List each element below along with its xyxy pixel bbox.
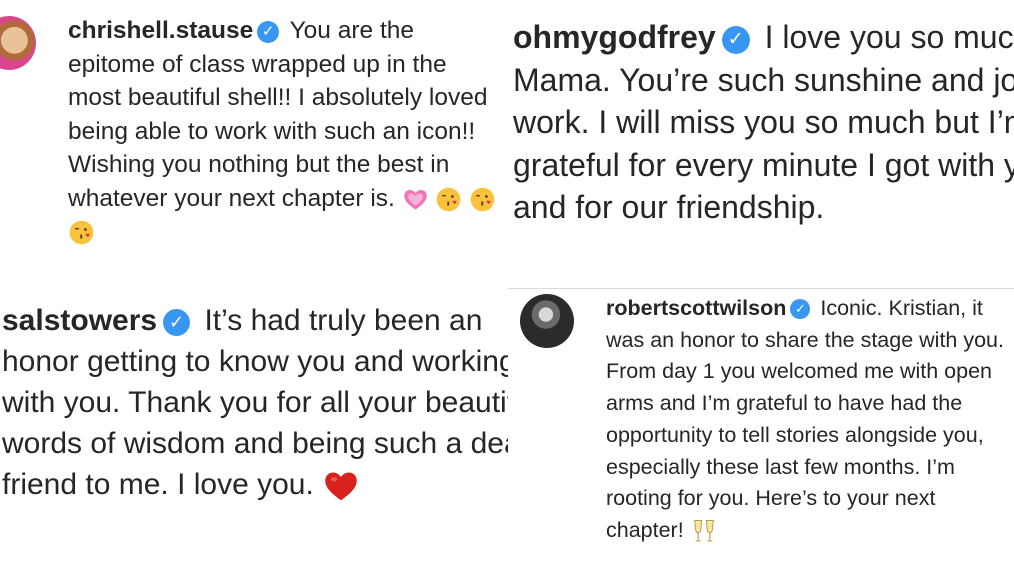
divider (508, 288, 1014, 289)
comment-salstowers: salstowers ✓ It’s had truly been an honor… (0, 288, 508, 570)
comment-body: ohmygodfrey✓ I love you so much, Mama. Y… (513, 16, 1014, 229)
username-link[interactable]: robertscottwilson (606, 296, 786, 320)
verified-badge-icon: ✓ (163, 308, 191, 336)
kissing-face-emoji (68, 219, 95, 246)
comment-body: chrishell.stause ✓ You are the epitome of… (68, 14, 500, 249)
comment-body: salstowers ✓ It’s had truly been an honor… (2, 300, 508, 505)
username-link[interactable]: salstowers (2, 304, 157, 337)
comment-text: You are the epitome of class wrapped up … (68, 17, 488, 212)
verified-badge-icon: ✓ (721, 25, 750, 54)
pink-heart-emoji (402, 186, 429, 213)
username-link[interactable]: chrishell.stause (68, 17, 253, 44)
red-heart-emoji (322, 468, 360, 504)
kissing-face-emoji (435, 186, 462, 213)
comment-text: Iconic. Kristian, it was an honor to sha… (606, 296, 1004, 542)
clinking-glasses-emoji (690, 517, 718, 545)
avatar[interactable] (520, 294, 574, 348)
comment-chrishell: chrishell.stause ✓ You are the epitome of… (0, 0, 500, 282)
avatar[interactable] (0, 16, 36, 70)
verified-badge-icon: ✓ (257, 20, 280, 43)
comment-ohmygodfrey: ohmygodfrey✓ I love you so much, Mama. Y… (510, 0, 1014, 282)
comment-robertscottwilson: robertscottwilson ✓ Iconic. Kristian, it … (508, 288, 1014, 570)
kissing-face-emoji (469, 186, 496, 213)
comment-body: robertscottwilson ✓ Iconic. Kristian, it … (606, 293, 1014, 547)
username-link[interactable]: ohmygodfrey (513, 19, 716, 55)
verified-badge-icon: ✓ (790, 299, 811, 320)
